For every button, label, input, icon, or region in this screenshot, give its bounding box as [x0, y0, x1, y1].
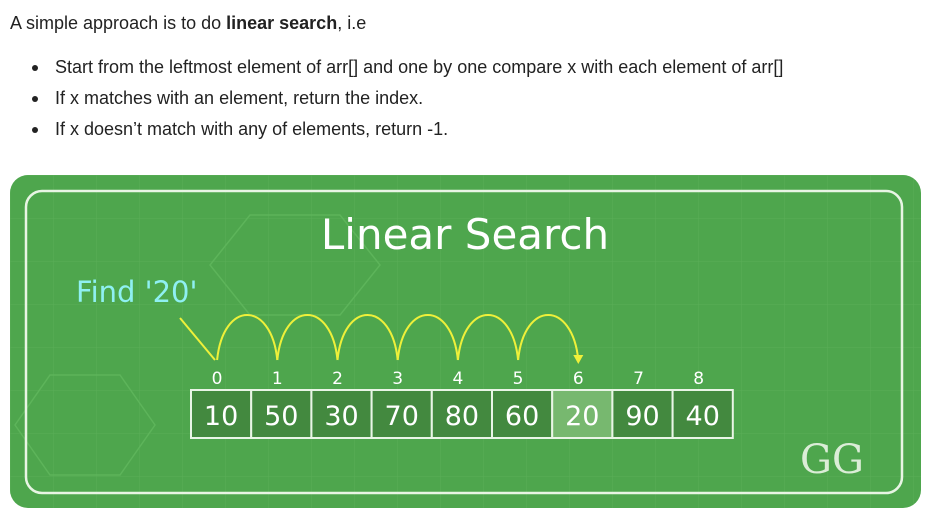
- list-item: If x matches with an element, return the…: [10, 86, 783, 117]
- illustration-title: Linear Search: [321, 210, 609, 259]
- array-index: 1: [272, 369, 283, 389]
- array-index: 7: [633, 369, 644, 389]
- find-label: Find '20': [76, 275, 197, 309]
- list-item: If x doesn’t match with any of elements,…: [10, 117, 783, 148]
- array-value: 60: [505, 401, 539, 432]
- array-index: 4: [452, 369, 463, 389]
- array-value: 10: [204, 401, 238, 432]
- array-value: 40: [686, 401, 720, 432]
- steps-list: Start from the leftmost element of arr[]…: [10, 55, 783, 148]
- linear-search-illustration: Linear Search Find '20' 0 1 2 3 4 5 6 7 8 10 50 30…: [10, 175, 921, 508]
- array-value: 50: [264, 401, 298, 432]
- array-index: 8: [693, 369, 704, 389]
- intro-prefix: A simple approach is to do: [10, 13, 227, 33]
- intro-bold: linear search: [226, 13, 338, 33]
- illustration-canvas: Linear Search Find '20' 0 1 2 3 4 5 6 7 8 10 50 30…: [10, 175, 921, 508]
- array-value: 90: [625, 401, 659, 432]
- array-value: 70: [385, 401, 419, 432]
- array-index: 3: [392, 369, 403, 389]
- intro-text: A simple approach is to do linear search…: [10, 11, 366, 35]
- array-index: 0: [212, 369, 223, 389]
- array-cells: 10 50 30 70 80 60 20 90 40: [190, 389, 734, 439]
- array-value: 80: [445, 401, 479, 432]
- array-index: 5: [513, 369, 524, 389]
- intro-suffix: , i.e: [337, 13, 367, 33]
- brand-logo: GG: [800, 437, 864, 483]
- list-item: Start from the leftmost element of arr[]…: [10, 55, 783, 86]
- array-index: 6: [573, 369, 584, 389]
- array-value: 20: [565, 401, 599, 432]
- array-value: 30: [324, 401, 358, 432]
- array-index: 2: [332, 369, 343, 389]
